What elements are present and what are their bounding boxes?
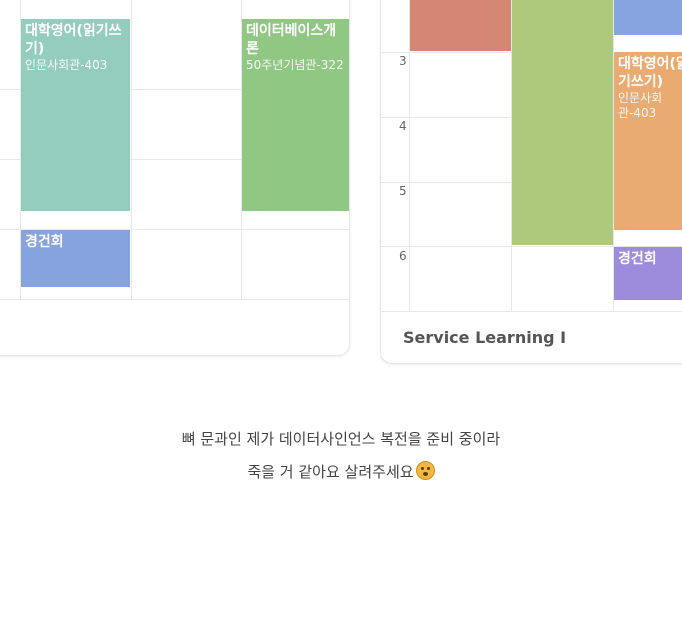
- course-title: 대학영어(읽기쓰기): [618, 56, 682, 90]
- left-timetable-card: 대학영어(읽기쓰기) 인문사회관-403 데이터베이스개론 50주년기념관-32…: [0, 0, 350, 356]
- caption-text: 죽을 거 같아요 살려주세요: [247, 463, 414, 481]
- course-block-blue[interactable]: [614, 0, 682, 35]
- hour-label: 5: [399, 184, 407, 198]
- course-room: 50주년기념관-322: [246, 58, 344, 72]
- course-block-chapel[interactable]: 경건회: [614, 247, 682, 300]
- hour-label: 3: [399, 54, 407, 68]
- course-block-database[interactable]: 데이터베이스개론 50주년기념관-322: [242, 19, 349, 211]
- course-block-english[interactable]: 대학영어(읽기쓰기) 인문사회관-403: [21, 19, 130, 211]
- course-title: 경건회: [618, 251, 657, 267]
- course-title: 경건회: [25, 234, 64, 250]
- hour-label: 4: [399, 119, 407, 133]
- caption-line-2: 죽을 거 같아요 살려주세요: [0, 461, 682, 482]
- course-block-chapel[interactable]: 경건회: [21, 230, 130, 287]
- hour-label: 6: [399, 249, 407, 263]
- course-title: 데이터베이스개론: [246, 23, 337, 57]
- grid-line: [0, 299, 349, 300]
- grid-line: [381, 311, 682, 312]
- course-room: 인문사회관-403: [25, 58, 108, 72]
- course-block-red[interactable]: [410, 0, 511, 51]
- course-block-english[interactable]: 대학영어(읽기쓰기) 인문사회관-403: [614, 52, 682, 230]
- flushed-face-icon: [415, 461, 435, 480]
- caption-line-1: 뼈 문과인 제가 데이터사인언스 복전을 준비 중이라: [0, 428, 682, 449]
- caption-text: 뼈 문과인 제가 데이터사인언스 복전을 준비 중이라: [181, 430, 501, 448]
- course-block-green[interactable]: [512, 0, 613, 245]
- course-title: 대학영어(읽기쓰기): [25, 23, 122, 57]
- unscheduled-course-label: Service Learning I: [403, 328, 567, 347]
- grid-line: [131, 0, 132, 299]
- right-timetable-card: 3 4 5 6 대학영어(읽기쓰기) 인문사회관-403 경건회 Service…: [380, 0, 682, 364]
- course-room: 인문사회관-403: [618, 91, 663, 120]
